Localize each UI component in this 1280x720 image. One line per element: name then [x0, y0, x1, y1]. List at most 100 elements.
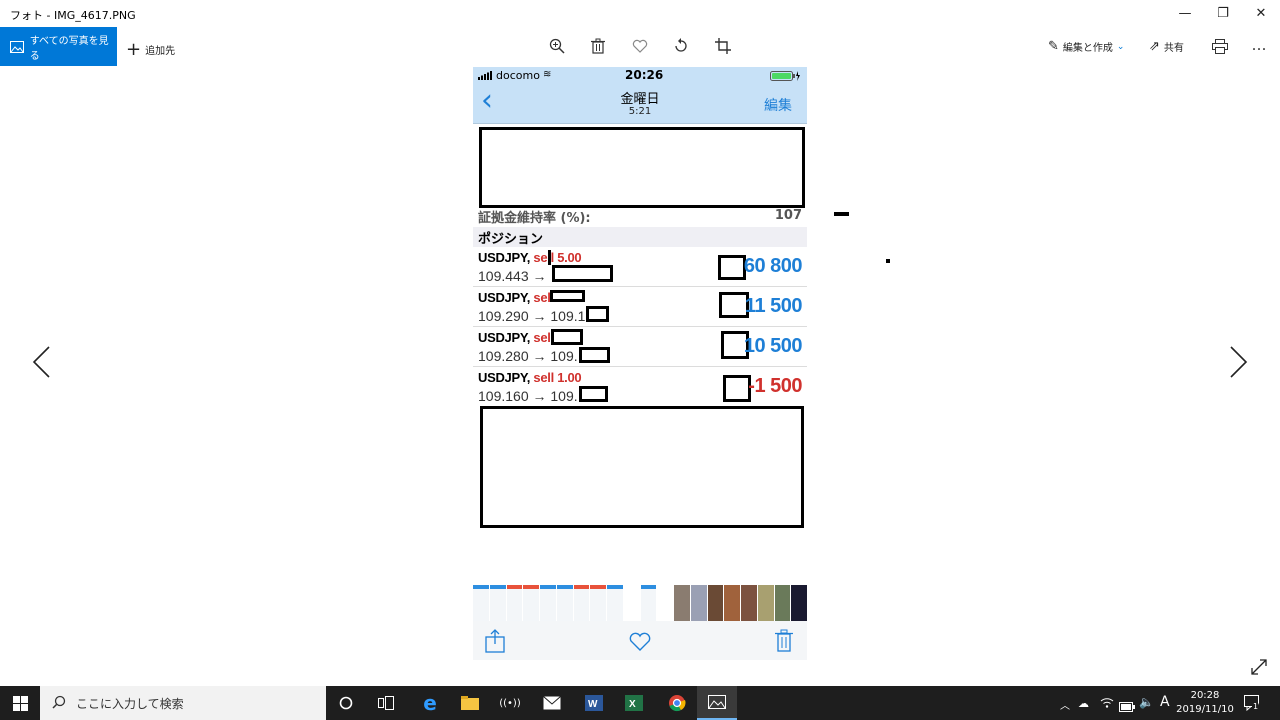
thumbnail[interactable] [741, 585, 757, 621]
rotate-icon[interactable] [668, 33, 694, 59]
wifi-icon: ≋ [543, 69, 552, 80]
margin-level-row: 証拠金維持率 (%): 107 [473, 208, 807, 228]
redaction-box [718, 255, 746, 280]
zoom-icon[interactable] [544, 33, 570, 59]
svg-text:W: W [588, 699, 598, 710]
redaction-mark [834, 212, 849, 216]
filmstrip [473, 585, 807, 621]
thumbnail[interactable] [640, 585, 657, 621]
position-symbol: USDJPY, sell 1.00 [478, 370, 582, 385]
heart-icon [629, 632, 651, 655]
word-icon[interactable]: W [574, 686, 614, 720]
position-profit: 10 500 [743, 335, 803, 357]
position-row: USDJPY, sell 1.00 109.160 → 109. -1 500 [473, 367, 807, 407]
thumbnail[interactable] [540, 585, 556, 621]
redaction-box [550, 290, 585, 302]
thumbnail[interactable] [657, 585, 673, 621]
thumbnail[interactable] [690, 585, 707, 621]
delete-icon[interactable] [585, 33, 611, 59]
view-all-label: すべての写真を見る [29, 35, 109, 62]
thumbnail[interactable] [757, 585, 774, 621]
taskbar-search[interactable]: ここに入力して検索 [40, 686, 326, 720]
previous-arrow-icon[interactable] [30, 345, 52, 383]
position-price: 109.160 → 109. [478, 388, 578, 404]
wifi-icon[interactable] [1100, 696, 1114, 711]
thumbnail[interactable] [590, 585, 606, 621]
clock[interactable]: 20:28 2019/11/10 [1176, 689, 1234, 717]
mail-icon[interactable] [532, 686, 572, 720]
add-to-label: 追加先 [145, 46, 176, 57]
share-label: 共有 [1163, 43, 1184, 54]
trash-icon [775, 629, 793, 656]
battery-icon[interactable] [1119, 697, 1135, 716]
redaction-box-top [479, 127, 805, 208]
notification-icon[interactable]: 1 [1244, 695, 1260, 715]
view-all-photos-button[interactable]: すべての写真を見る [0, 27, 117, 66]
chevron-up-icon[interactable]: ︿ [1060, 697, 1070, 712]
redaction-box-bottom [480, 406, 804, 528]
position-symbol: USDJPY, sell [478, 330, 554, 345]
chrome-icon[interactable] [657, 686, 697, 720]
media-app-icon[interactable]: ((•)) [490, 686, 530, 720]
thumbnail[interactable] [774, 585, 791, 621]
thumbnail[interactable] [724, 585, 740, 621]
crop-icon[interactable] [710, 33, 736, 59]
thumbnail[interactable] [791, 585, 807, 621]
phone-nav-subtitle: 5:21 [628, 106, 652, 117]
redaction-mark [548, 250, 551, 265]
thumbnail[interactable] [523, 585, 539, 621]
excel-icon[interactable]: X [614, 686, 654, 720]
phone-nav-title: 金曜日 [620, 92, 660, 107]
edge-icon[interactable]: e [410, 686, 450, 720]
share-icon [485, 629, 505, 657]
signal-icon [478, 70, 494, 83]
redaction-dot [886, 259, 890, 263]
thumbnail[interactable] [607, 585, 623, 621]
heart-icon[interactable] [627, 33, 653, 59]
position-profit: 60 800 [743, 255, 803, 277]
thumbnail[interactable] [674, 585, 690, 621]
close-button[interactable]: ✕ [1238, 0, 1280, 27]
next-arrow-icon[interactable] [1228, 345, 1250, 383]
thumbnail[interactable] [506, 585, 523, 621]
photos-app-icon[interactable] [697, 686, 737, 720]
position-symbol: USDJPY, sell [478, 290, 554, 305]
margin-level-label: 証拠金維持率 (%): [478, 211, 591, 226]
search-placeholder: ここに入力して検索 [76, 696, 184, 711]
redaction-box [579, 347, 610, 363]
thumbnail[interactable] [489, 585, 506, 621]
share-button[interactable]: ⇗ 共有 [1149, 39, 1184, 54]
add-to-button[interactable]: + 追加先 [126, 39, 175, 60]
redaction-box [551, 329, 583, 345]
cortana-icon[interactable] [326, 686, 366, 720]
redaction-box [586, 306, 609, 322]
position-price: 109.290 → 109.1 [478, 308, 586, 324]
photo-image: docomo ≋ 20:26 ‹ 金曜日 5:21 編集 証拠金維持率 (%):… [473, 67, 807, 660]
windows-start-icon[interactable] [0, 686, 40, 720]
thumbnail[interactable] [623, 585, 640, 621]
share-icon: ⇗ [1149, 39, 1160, 54]
onedrive-icon[interactable]: ☁ [1078, 697, 1089, 710]
task-view-icon[interactable] [366, 686, 406, 720]
expand-icon[interactable] [1250, 658, 1268, 680]
ime-indicator[interactable]: A [1160, 694, 1170, 710]
thumbnail[interactable] [573, 585, 590, 621]
phone-time: 20:26 [625, 68, 664, 82]
more-button[interactable]: … [1246, 32, 1272, 58]
position-row: USDJPY, sell 5.00 109.443 → 60 800 [473, 247, 807, 287]
file-explorer-icon[interactable] [450, 686, 490, 720]
print-icon[interactable] [1207, 33, 1233, 59]
window-title: フォト - IMG_4617.PNG [10, 9, 136, 22]
volume-icon[interactable]: 🔈 [1139, 695, 1154, 709]
carrier: docomo [496, 69, 540, 82]
position-price: 109.280 → 109. [478, 348, 578, 364]
title-bar: フォト - IMG_4617.PNG — ❐ ✕ [0, 0, 1280, 27]
thumbnail[interactable] [707, 585, 724, 621]
edit-create-button[interactable]: ✎ 編集と作成 ⌄ [1048, 39, 1124, 54]
margin-level-value: 107 [774, 208, 802, 223]
thumbnail[interactable] [556, 585, 573, 621]
positions-header: ポジション [473, 227, 807, 247]
position-row: USDJPY, sell 109.290 → 109.1 11 500 [473, 287, 807, 327]
phone-nav-bar: ‹ 金曜日 5:21 編集 [473, 84, 807, 124]
thumbnail[interactable] [473, 585, 489, 621]
